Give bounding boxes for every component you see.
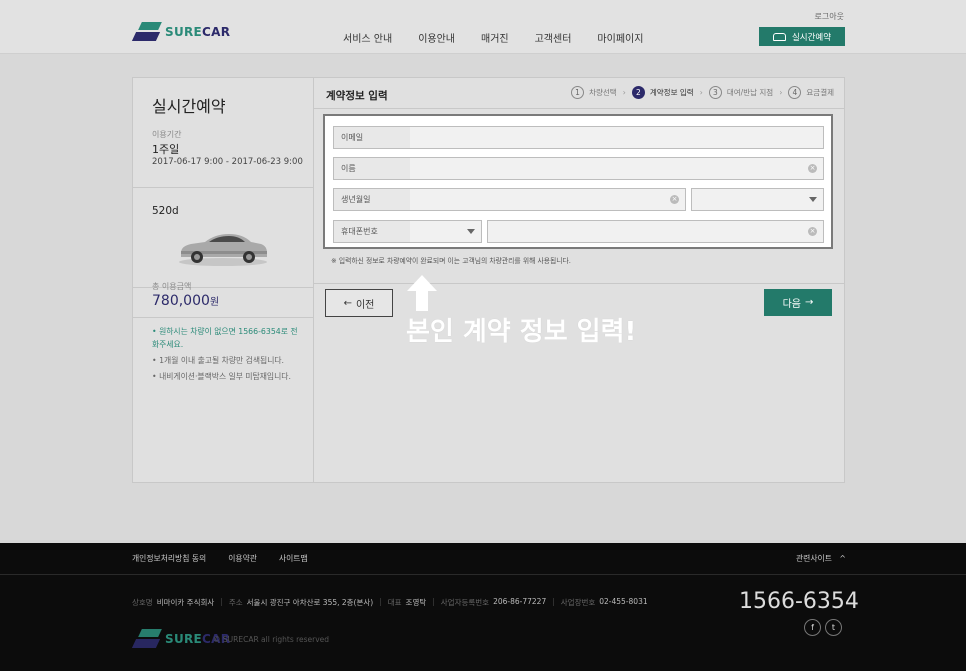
dropdown-arrow-icon <box>467 229 475 234</box>
summary-title: 실시간예약 <box>152 97 226 116</box>
chevron-right-icon: › <box>622 88 626 97</box>
site-footer: 개인정보처리방침 동의 이용약관 사이트맵 관련사이트 ^ 상호명 비마이카 주식… <box>0 543 966 671</box>
note-item: • 내비게이션·블랙박스 일부 미탑재입니다. <box>152 372 291 381</box>
form-note: ※ 입력하신 정보로 차량예약이 완료되며 이는 고객님의 차량관리를 위해 사… <box>331 257 571 265</box>
facebook-icon[interactable]: f <box>804 619 821 636</box>
step-4: 4 요금결제 <box>788 86 834 99</box>
name-field[interactable]: 이름 × <box>333 157 824 180</box>
site-header: SURECAR 로그아웃 서비스 안내 이용안내 매거진 고객센터 마이페이지 … <box>0 0 966 54</box>
birthdate-input[interactable] <box>410 189 685 210</box>
total-label: 총 이용금액 <box>152 282 192 291</box>
main-nav: 서비스 안내 이용안내 매거진 고객센터 마이페이지 <box>343 30 669 45</box>
divider <box>314 283 844 284</box>
phone-number-field[interactable]: × <box>487 220 824 243</box>
period-label: 이용기간 <box>152 130 182 139</box>
customer-phone: 1566-6354 <box>739 589 859 614</box>
step-3: 3 대여/반납 지점 <box>708 86 773 99</box>
period-value: 1주일 <box>152 143 180 156</box>
clear-icon[interactable]: × <box>808 227 817 236</box>
footer-link-sitemap[interactable]: 사이트맵 <box>279 553 308 564</box>
nav-item-mypage[interactable]: 마이페이지 <box>597 30 643 45</box>
reservation-summary: 실시간예약 이용기간 1주일 2017-06-17 9:00 - 2017-06… <box>133 78 314 482</box>
step-indicator: 1 차량선택 › 2 계약정보 입력 › 3 대여/반납 지점 › 4 요금결제 <box>571 86 834 99</box>
notes-list: • 원하시는 차량이 없으면 1566-6354로 전화주세요. • 1개월 이… <box>152 325 302 386</box>
name-input[interactable] <box>410 158 823 179</box>
step-2: 2 계약정보 입력 <box>631 86 694 99</box>
dropdown-arrow-icon <box>809 197 817 202</box>
note-item: • 1개월 이내 출고될 차량만 검색됩니다. <box>152 356 285 365</box>
footer-link-privacy[interactable]: 개인정보처리방침 동의 <box>132 553 206 564</box>
divider <box>133 317 313 318</box>
chevron-up-icon: ^ <box>839 554 846 563</box>
email-field[interactable]: 이메일 <box>333 126 824 149</box>
car-name: 520d <box>152 205 179 217</box>
nav-item-magazine[interactable]: 매거진 <box>481 30 509 45</box>
car-image <box>179 234 267 266</box>
annotation-arrow-icon <box>407 275 437 311</box>
company-info: 상호명 비마이카 주식회사 | 주소 서울시 광진구 아차산로 355, 2층(본사)… <box>132 597 648 607</box>
chevron-right-icon: › <box>779 88 783 97</box>
logo-mark-icon <box>131 22 162 42</box>
social-links: f t <box>804 619 846 636</box>
realtime-reserve-button[interactable]: 실시간예약 <box>759 27 845 46</box>
reserve-label: 실시간예약 <box>791 32 832 43</box>
clear-icon[interactable]: × <box>808 164 817 173</box>
footer-link-terms[interactable]: 이용약관 <box>228 553 257 564</box>
reservation-panel: 실시간예약 이용기간 1주일 2017-06-17 9:00 - 2017-06… <box>132 77 845 483</box>
surecar-logo[interactable]: SURECAR <box>131 22 231 42</box>
related-sites-toggle[interactable]: 관련사이트 ^ <box>796 553 846 564</box>
gender-select[interactable] <box>691 188 824 211</box>
note-item: • 원하시는 차량이 없으면 1566-6354로 전화주세요. <box>152 327 298 349</box>
footer-links: 개인정보처리방침 동의 이용약관 사이트맵 <box>132 553 330 564</box>
chevron-right-icon: › <box>699 88 703 97</box>
blog-icon[interactable]: t <box>825 619 842 636</box>
total-price: 780,000원 <box>152 293 220 309</box>
arrow-right-icon: → <box>805 297 814 308</box>
phone-carrier-select[interactable]: 휴대폰번호 <box>333 220 482 243</box>
arrow-left-icon: ← <box>343 297 352 309</box>
logo-text: SURECAR <box>165 25 231 39</box>
prev-button[interactable]: ← 이전 <box>325 289 393 317</box>
clear-icon[interactable]: × <box>670 195 679 204</box>
contract-form-section: 계약정보 입력 1 차량선택 › 2 계약정보 입력 › 3 대여/반납 지점 › 4… <box>314 78 844 482</box>
section-title: 계약정보 입력 <box>326 90 388 102</box>
next-button[interactable]: 다음 → <box>764 289 832 316</box>
logout-link[interactable]: 로그아웃 <box>815 11 844 22</box>
email-input[interactable] <box>410 127 823 148</box>
nav-item-service[interactable]: 서비스 안내 <box>343 30 392 45</box>
nav-item-support[interactable]: 고객센터 <box>535 30 572 45</box>
annotation-text: 본인 계약 정보 입력! <box>406 317 637 347</box>
logo-mark-icon <box>131 629 162 649</box>
nav-item-guide[interactable]: 이용안내 <box>418 30 455 45</box>
divider <box>133 187 313 188</box>
divider <box>314 108 844 109</box>
divider <box>0 574 966 575</box>
birthdate-field[interactable]: 생년월일 × <box>333 188 686 211</box>
rental-dates: 2017-06-17 9:00 - 2017-06-23 9:00 <box>152 157 303 167</box>
contract-form: 이메일 이름 × 생년월일 × 휴대폰번호 × <box>323 114 833 249</box>
phone-number-input[interactable] <box>488 221 823 242</box>
copyright: © SURECAR all rights reserved <box>213 635 330 644</box>
car-icon <box>772 32 786 41</box>
step-1: 1 차량선택 <box>571 86 617 99</box>
